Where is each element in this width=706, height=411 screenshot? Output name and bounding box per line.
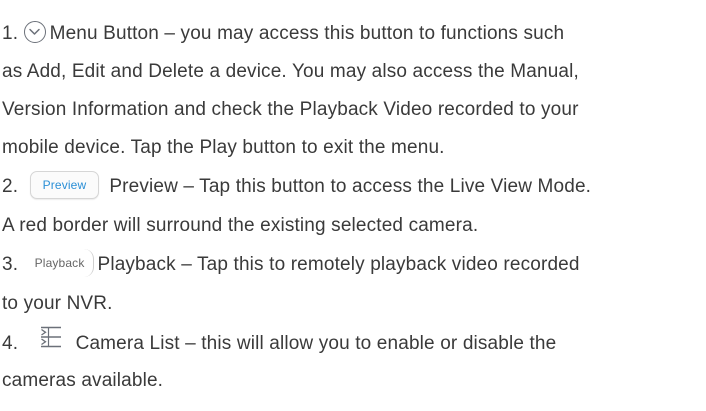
item-1-number: 1.: [2, 23, 19, 44]
item-1-line-3: Version Information and check the Playba…: [2, 99, 579, 120]
item-2-line-1: 2. Preview Preview – Tap this button to a…: [2, 170, 592, 202]
item-2-line-2: A red border will surround the existing …: [2, 215, 479, 236]
item-4-text: Camera List – this will allow you to ena…: [75, 333, 557, 355]
item-4-line-2: cameras available.: [2, 370, 164, 391]
item-4-number: 4.: [2, 333, 19, 355]
item-3-number: 3.: [2, 254, 19, 275]
item-3-text: Playback – Tap this to remotely playback…: [97, 254, 580, 275]
camera-list-icon: [40, 326, 62, 358]
item-1-line-1: 1. Menu Button – you may access this but…: [2, 19, 564, 49]
chevron-down-circle-icon: [23, 20, 46, 43]
item-1-text: Menu Button – you may access this button…: [49, 23, 565, 44]
item-4-line-1: 4. Camera List – this will allow you to …: [2, 326, 557, 358]
playback-button[interactable]: Playback: [27, 248, 94, 277]
item-1-line-4: mobile device. Tap the Play button to ex…: [2, 137, 445, 158]
item-3-line-2: to your NVR.: [2, 293, 113, 314]
preview-button[interactable]: Preview: [29, 170, 100, 199]
item-1-line-2: as Add, Edit and Delete a device. You ma…: [2, 61, 579, 82]
item-2-number: 2.: [2, 176, 19, 197]
manual-page: 1. Menu Button – you may access this but…: [0, 0, 706, 411]
item-3-line-1: 3. Playback Playback – Tap this to remote…: [2, 248, 580, 280]
item-2-text: Preview – Tap this button to access the …: [109, 176, 592, 197]
